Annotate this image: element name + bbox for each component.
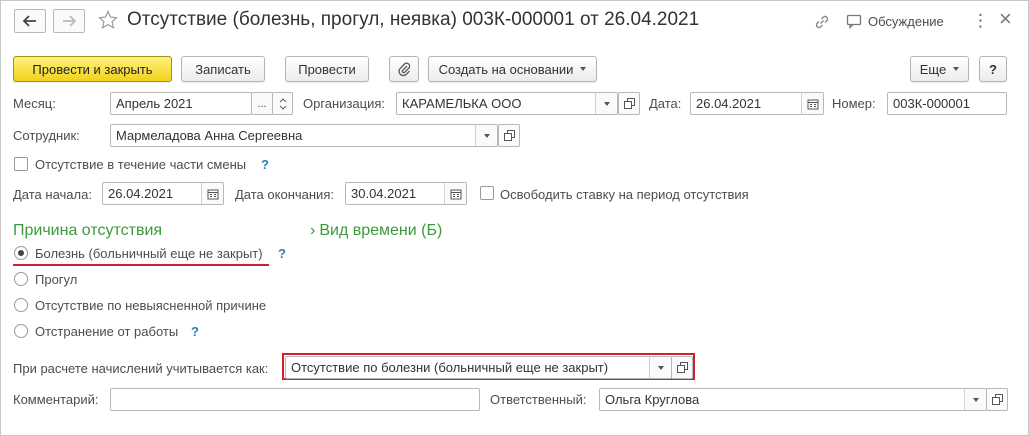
- reason-radio-illness[interactable]: [14, 246, 28, 260]
- more-actions-icon[interactable]: ⋮: [972, 11, 989, 31]
- month-label: Месяц:: [13, 96, 56, 111]
- save-button[interactable]: Записать: [181, 56, 265, 82]
- calc-field[interactable]: Отсутствие по болезни (больничный еще не…: [285, 356, 672, 379]
- employee-open-button[interactable]: [498, 124, 520, 147]
- chevron-down-icon: [953, 67, 960, 71]
- reason-option-truancy[interactable]: Прогул: [35, 272, 77, 287]
- calendar-icon: [807, 99, 818, 109]
- chevron-right-icon: ›: [310, 222, 316, 239]
- date-picker-button[interactable]: [801, 93, 823, 114]
- arrow-left-icon: [23, 15, 36, 27]
- chevron-down-icon: [657, 365, 664, 370]
- end-date-value: 30.04.2021: [351, 186, 417, 201]
- chevron-down-icon: [603, 101, 610, 106]
- comment-label: Комментарий:: [13, 392, 99, 407]
- open-form-icon: [676, 362, 688, 373]
- chevron-down-icon: [580, 67, 587, 71]
- organization-label: Организация:: [303, 96, 386, 111]
- time-type-label: Вид времени (Б): [319, 222, 443, 239]
- time-type-link[interactable]: › Вид времени (Б): [310, 222, 442, 240]
- help-button[interactable]: ?: [979, 56, 1007, 82]
- create-based-on-button[interactable]: Создать на основании: [428, 56, 597, 82]
- more-button[interactable]: Еще: [910, 56, 969, 82]
- month-select-button[interactable]: ...: [251, 92, 273, 115]
- date-value: 26.04.2021: [696, 96, 762, 111]
- number-field[interactable]: 003К-000001: [887, 92, 1007, 115]
- comment-field[interactable]: [110, 388, 480, 411]
- create-based-on-label: Создать на основании: [438, 61, 574, 77]
- reason-option-suspension[interactable]: Отстранение от работы: [35, 324, 178, 339]
- open-form-icon: [503, 130, 515, 141]
- post-and-close-button[interactable]: Провести и закрыть: [13, 56, 172, 82]
- partial-shift-label: Отсутствие в течение части смены: [35, 157, 247, 172]
- number-label: Номер:: [832, 96, 876, 111]
- responsible-open-button[interactable]: [986, 388, 1008, 411]
- month-stepper[interactable]: [272, 92, 293, 115]
- end-date-field[interactable]: 30.04.2021: [345, 182, 467, 205]
- close-icon[interactable]: ×: [999, 6, 1012, 32]
- start-date-label: Дата начала:: [13, 187, 92, 202]
- link-icon[interactable]: [813, 13, 831, 34]
- responsible-value: Ольга Круглова: [605, 392, 700, 407]
- calc-value: Отсутствие по болезни (больничный еще не…: [291, 360, 609, 375]
- reason-radio-unknown[interactable]: [14, 298, 28, 312]
- forward-button[interactable]: [53, 9, 85, 33]
- start-date-field[interactable]: 26.04.2021: [102, 182, 224, 205]
- responsible-label: Ответственный:: [490, 392, 587, 407]
- calc-dropdown[interactable]: [649, 357, 671, 378]
- reason-illness-help[interactable]: ?: [278, 246, 286, 261]
- end-date-picker[interactable]: [444, 183, 466, 204]
- organization-dropdown[interactable]: [595, 93, 617, 114]
- open-form-icon: [623, 98, 635, 109]
- arrow-right-icon: [63, 15, 76, 27]
- post-button[interactable]: Провести: [285, 56, 369, 82]
- organization-open-button[interactable]: [618, 92, 640, 115]
- free-rate-checkbox[interactable]: [480, 186, 494, 200]
- responsible-field[interactable]: Ольга Круглова: [599, 388, 987, 411]
- paperclip-icon: [398, 62, 411, 77]
- partial-shift-help[interactable]: ?: [261, 157, 269, 172]
- reason-radio-truancy[interactable]: [14, 272, 28, 286]
- calc-label: При расчете начислений учитывается как:: [13, 361, 269, 376]
- calc-open-button[interactable]: [671, 356, 693, 379]
- employee-label: Сотрудник:: [13, 128, 80, 143]
- back-button[interactable]: [14, 9, 46, 33]
- reason-option-illness[interactable]: Болезнь (больничный еще не закрыт): [35, 246, 263, 261]
- employee-dropdown[interactable]: [475, 125, 497, 146]
- month-field[interactable]: Апрель 2021: [110, 92, 252, 115]
- page-title: Отсутствие (болезнь, прогул, неявка) 003…: [127, 9, 700, 30]
- calendar-icon: [450, 189, 461, 199]
- partial-shift-checkbox[interactable]: [14, 157, 28, 171]
- employee-field[interactable]: Мармеладова Анна Сергеевна: [110, 124, 498, 147]
- reason-suspension-help[interactable]: ?: [191, 324, 199, 339]
- stepper-arrows-icon: [279, 97, 286, 110]
- employee-value: Мармеладова Анна Сергеевна: [116, 128, 303, 143]
- end-date-label: Дата окончания:: [235, 187, 334, 202]
- responsible-dropdown[interactable]: [964, 389, 986, 410]
- reason-heading: Причина отсутствия: [13, 222, 163, 239]
- open-form-icon: [991, 394, 1003, 405]
- start-date-picker[interactable]: [201, 183, 223, 204]
- calendar-icon: [207, 189, 218, 199]
- chevron-down-icon: [972, 397, 979, 402]
- date-field[interactable]: 26.04.2021: [690, 92, 824, 115]
- discussion-link[interactable]: Обсуждение: [868, 14, 944, 29]
- reason-option-unknown[interactable]: Отсутствие по невыясненной причине: [35, 298, 266, 313]
- more-label: Еще: [919, 61, 947, 77]
- organization-value: КАРАМЕЛЬКА ООО: [402, 96, 522, 111]
- chevron-down-icon: [483, 133, 490, 138]
- free-rate-label: Освободить ставку на период отсутствия: [500, 187, 749, 202]
- organization-field[interactable]: КАРАМЕЛЬКА ООО: [396, 92, 618, 115]
- highlight-underline: [13, 264, 269, 266]
- start-date-value: 26.04.2021: [108, 186, 174, 201]
- date-label: Дата:: [649, 96, 682, 111]
- attach-button[interactable]: [389, 56, 419, 82]
- discussion-icon[interactable]: [846, 14, 862, 32]
- reason-radio-suspension[interactable]: [14, 324, 28, 338]
- favorite-star-icon[interactable]: [97, 10, 119, 33]
